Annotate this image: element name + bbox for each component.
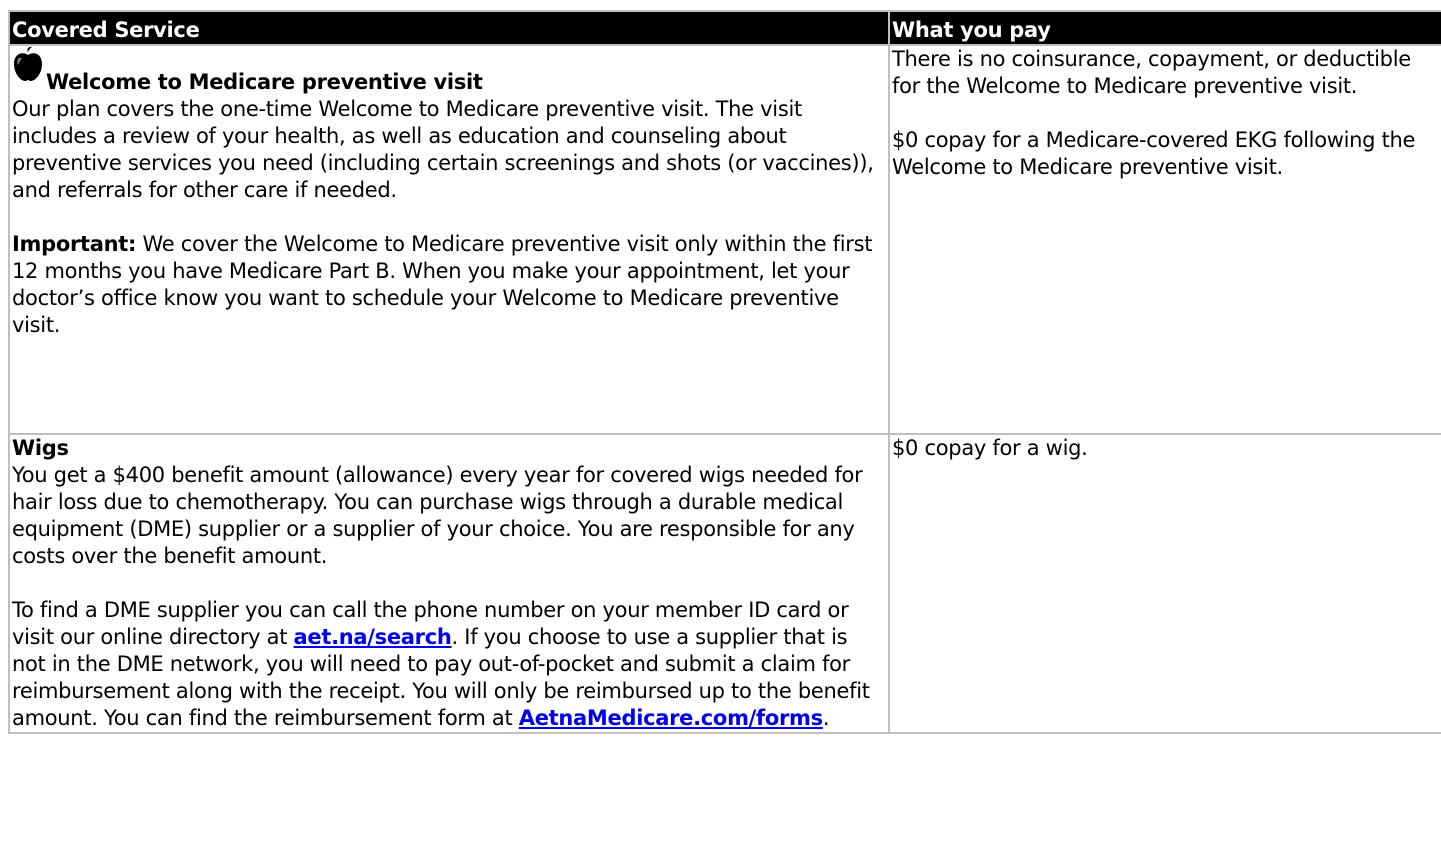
table-row: Welcome to Medicare preventive visit Our… [8, 44, 1441, 435]
table-header-row: Covered Service What you pay [8, 10, 1441, 45]
row-title: Welcome to Medicare preventive visit [46, 70, 483, 94]
what-you-pay-cell: $0 copay for a wig. [888, 433, 1441, 734]
directory-link[interactable]: aet.na/search [294, 625, 452, 649]
pay-text: $0 copay for a Medicare-covered EKG foll… [892, 128, 1416, 179]
row-title-container: Welcome to Medicare preventive visit [12, 47, 886, 96]
row-important-note: Important: We cover the Welcome to Medic… [12, 231, 886, 339]
pay-text: There is no coinsurance, copayment, or d… [892, 47, 1411, 98]
what-you-pay-cell: There is no coinsurance, copayment, or d… [888, 44, 1441, 435]
row-description: Our plan covers the one-time Welcome to … [12, 97, 874, 202]
pay-text: $0 copay for a wig. [892, 436, 1088, 460]
header-covered-service: Covered Service [8, 10, 890, 45]
covered-service-cell: Wigs You get a $400 benefit amount (allo… [8, 433, 890, 734]
forms-link[interactable]: AetnaMedicare.com/forms [519, 706, 823, 730]
header-what-you-pay: What you pay [888, 10, 1441, 45]
row-title: Wigs [12, 436, 69, 460]
important-text: We cover the Welcome to Medicare prevent… [12, 232, 873, 337]
row-description: You get a $400 benefit amount (allowance… [12, 463, 863, 568]
benefits-table: Covered Service What you pay Welcome to … [8, 10, 1441, 734]
important-label: Important: [12, 232, 137, 256]
apple-icon [14, 47, 42, 81]
covered-service-cell: Welcome to Medicare preventive visit Our… [8, 44, 890, 435]
table-row: Wigs You get a $400 benefit amount (allo… [8, 433, 1441, 734]
supplier-text: . [822, 706, 830, 730]
row-supplier-info: To find a DME supplier you can call the … [12, 597, 886, 731]
